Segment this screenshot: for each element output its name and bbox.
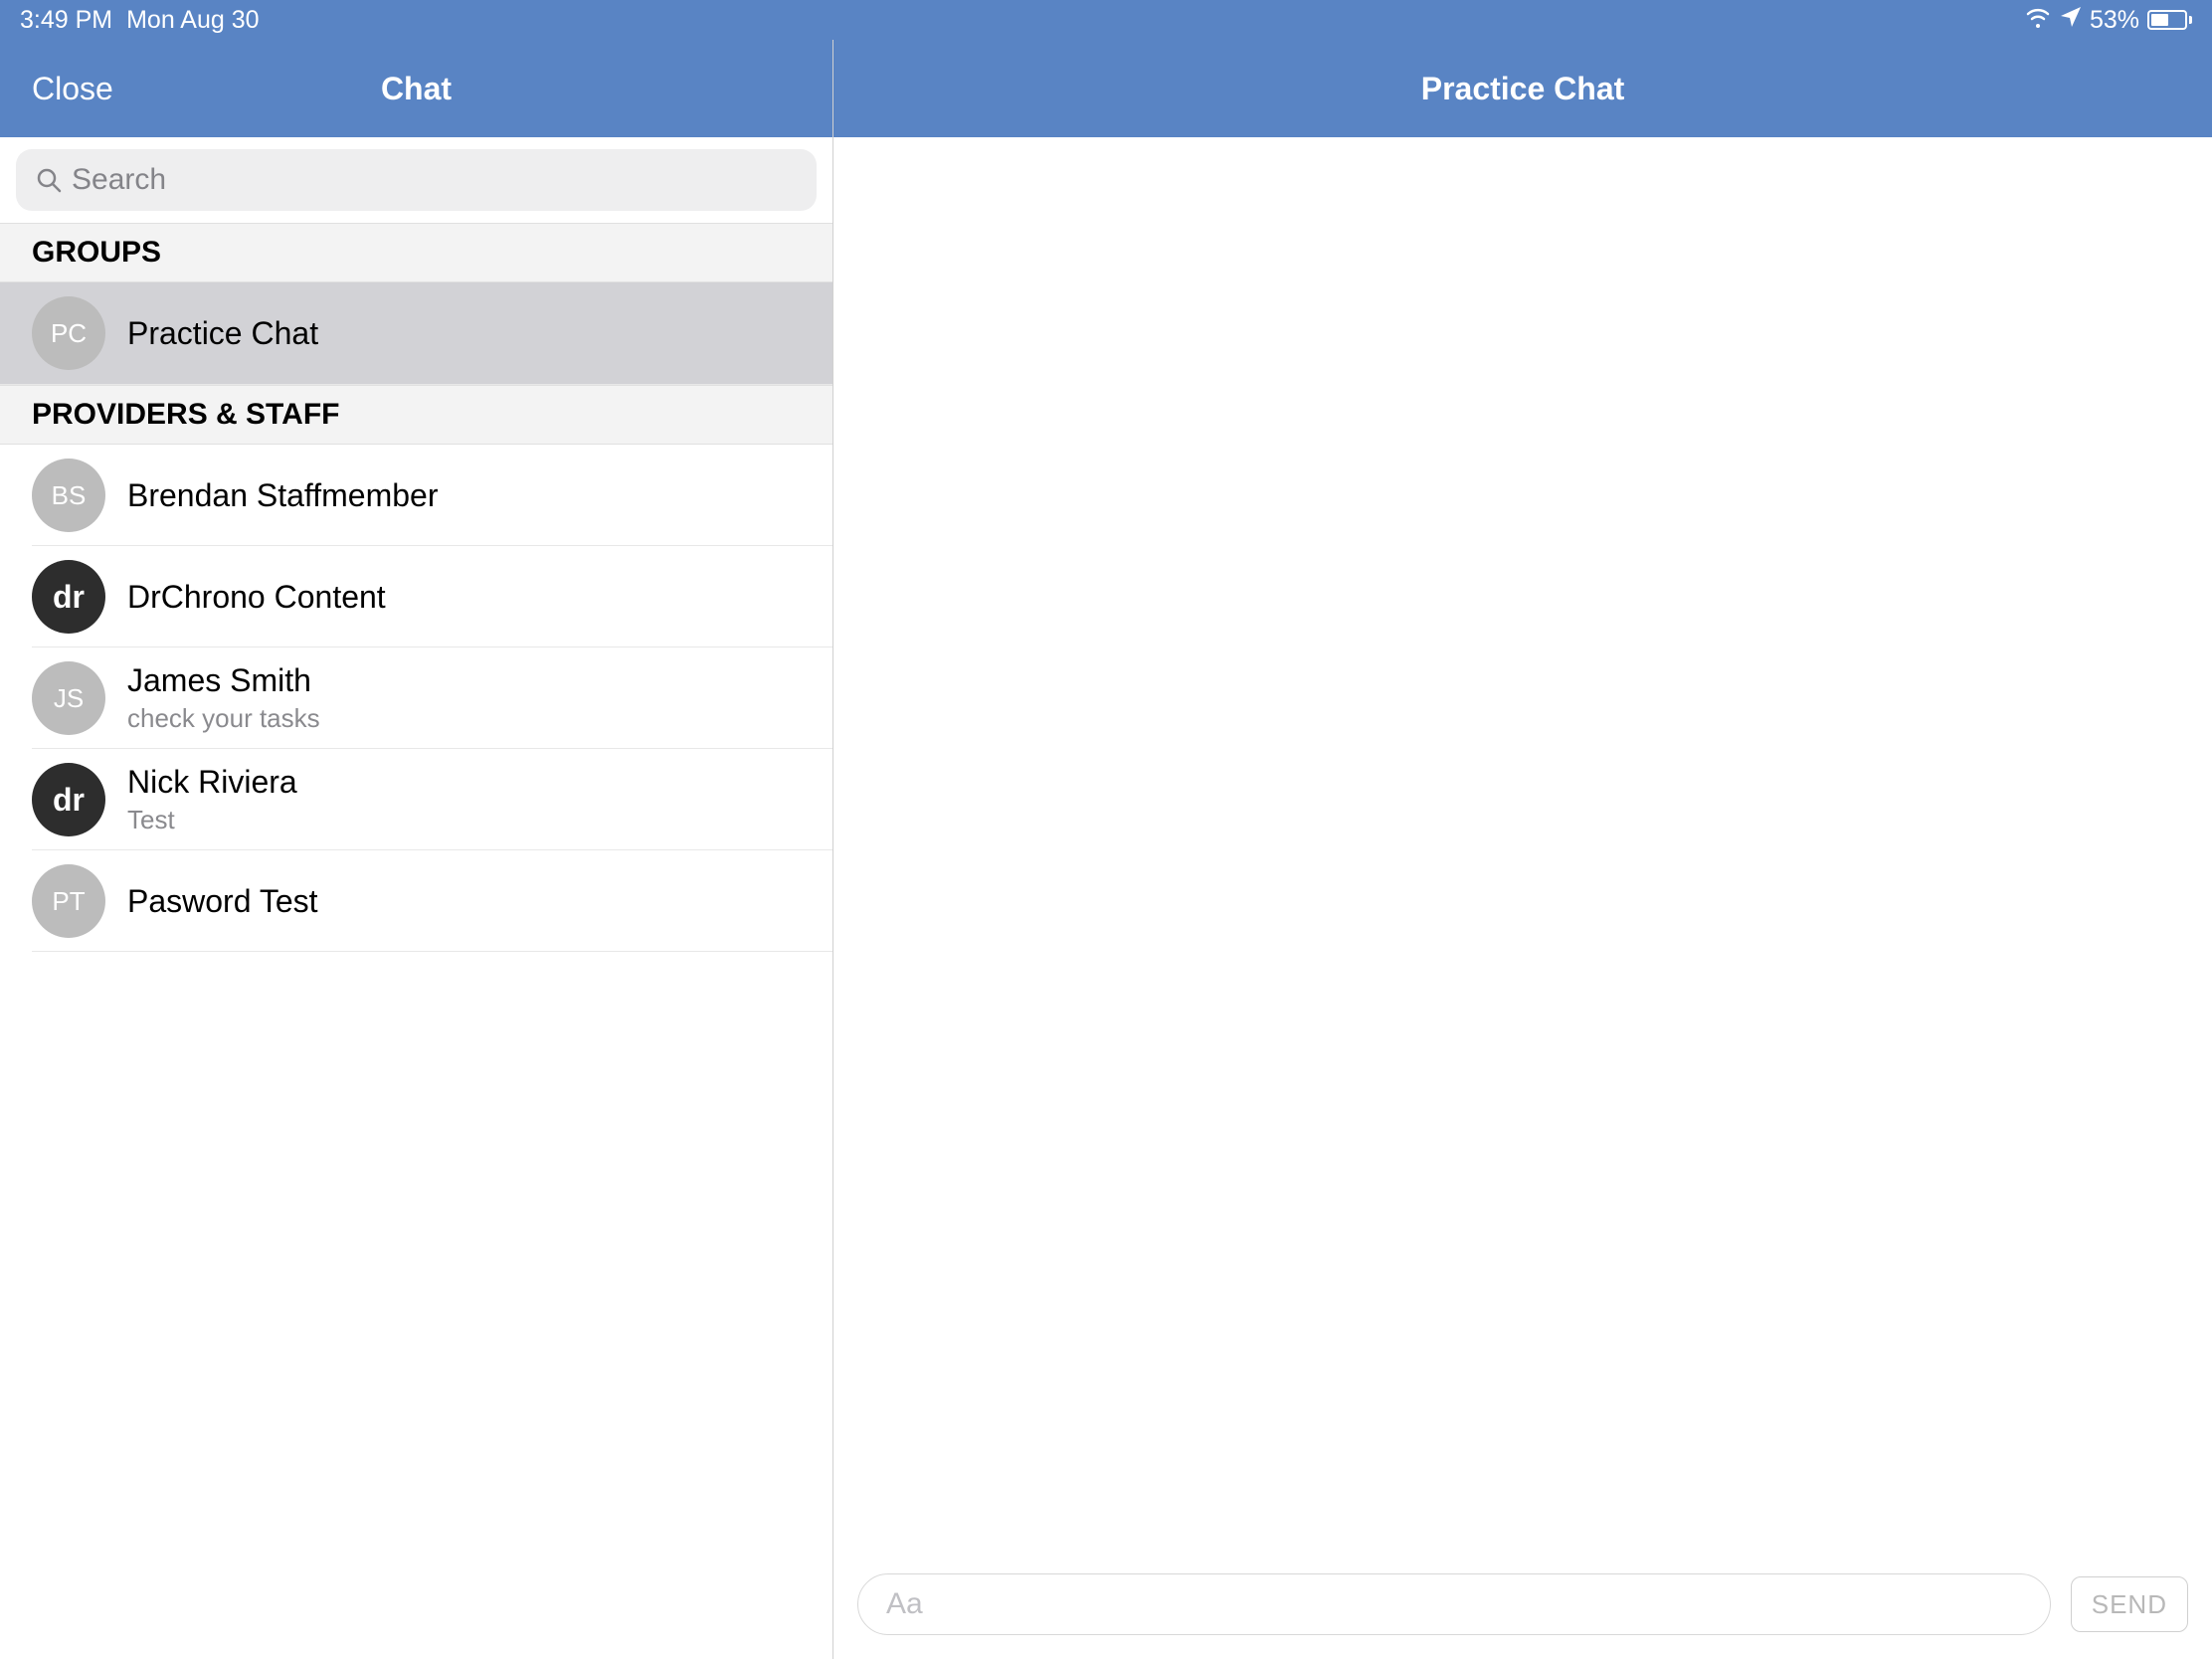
group-name: Practice Chat [127, 315, 318, 352]
battery-icon [2147, 10, 2192, 30]
provider-subtitle: Test [127, 805, 297, 835]
search-input[interactable] [72, 163, 797, 197]
wifi-icon [2024, 6, 2052, 35]
avatar: PT [32, 864, 105, 938]
chat-title: Practice Chat [1421, 71, 1625, 107]
status-date: Mon Aug 30 [126, 6, 259, 35]
message-input[interactable] [857, 1573, 2051, 1635]
status-time: 3:49 PM [20, 6, 112, 35]
provider-name: Brendan Staffmember [127, 477, 438, 514]
left-panel-title: Chat [0, 71, 832, 107]
right-panel: Practice Chat SEND [833, 0, 2212, 1659]
close-button[interactable]: Close [32, 71, 113, 107]
provider-item[interactable]: BS Brendan Staffmember [0, 445, 832, 546]
provider-name: James Smith [127, 662, 320, 699]
avatar: JS [32, 661, 105, 735]
send-button[interactable]: SEND [2071, 1576, 2188, 1632]
section-header-providers: PROVIDERS & STAFF [0, 385, 832, 445]
left-panel: Close Chat GROUPS PC Practice Chat [0, 0, 833, 1659]
avatar: dr [32, 560, 105, 634]
avatar: dr [32, 763, 105, 836]
search-container [0, 137, 832, 223]
avatar: BS [32, 459, 105, 532]
provider-item[interactable]: JS James Smith check your tasks [0, 647, 832, 749]
provider-name: Nick Riviera [127, 764, 297, 801]
group-item-practice-chat[interactable]: PC Practice Chat [0, 282, 832, 385]
chat-messages-area[interactable] [833, 137, 2212, 1558]
location-icon [2060, 6, 2082, 35]
avatar: PC [32, 296, 105, 370]
provider-name: DrChrono Content [127, 579, 386, 616]
battery-percent: 53% [2090, 6, 2139, 35]
provider-name: Pasword Test [127, 883, 318, 920]
provider-subtitle: check your tasks [127, 703, 320, 734]
provider-item[interactable]: PT Pasword Test [0, 850, 832, 952]
search-icon [36, 167, 62, 193]
provider-item[interactable]: dr Nick Riviera Test [0, 749, 832, 850]
message-input-bar: SEND [833, 1558, 2212, 1659]
section-header-groups: GROUPS [0, 223, 832, 282]
search-box[interactable] [16, 149, 817, 211]
status-bar: 3:49 PM Mon Aug 30 53% [0, 0, 2212, 40]
provider-item[interactable]: dr DrChrono Content [0, 546, 832, 647]
